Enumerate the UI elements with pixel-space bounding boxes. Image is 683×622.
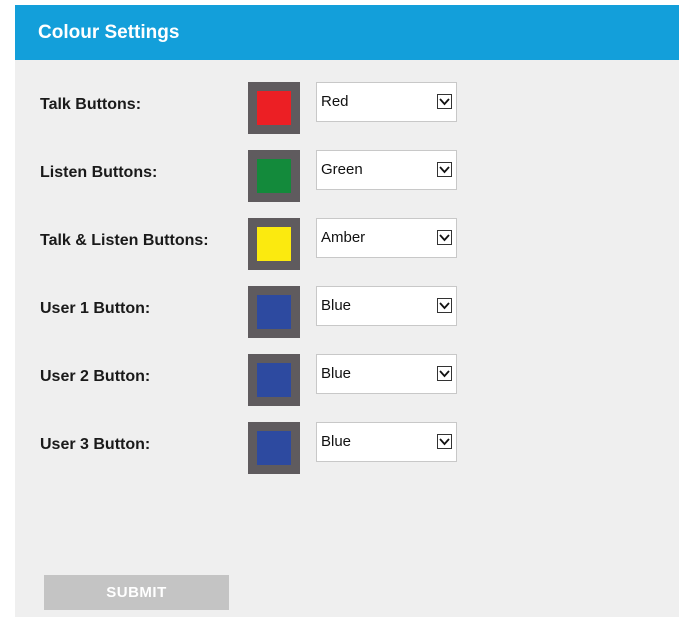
setting-label: Talk & Listen Buttons:: [40, 232, 209, 249]
select-value: Blue: [321, 365, 352, 382]
color-swatch-fill: [257, 295, 291, 329]
color-swatch: [248, 354, 300, 406]
select-value: Blue: [321, 297, 352, 314]
color-select[interactable]: Blue: [316, 354, 457, 394]
select-value: Amber: [321, 229, 366, 246]
color-swatch-fill: [257, 91, 291, 125]
panel-title: Colour Settings: [15, 5, 679, 60]
chevron-down-icon[interactable]: [437, 298, 452, 313]
color-select[interactable]: Red: [316, 82, 457, 122]
color-select[interactable]: Amber: [316, 218, 457, 258]
color-swatch: [248, 82, 300, 134]
setting-row-talk-buttons: Talk Buttons: Red: [15, 82, 679, 137]
setting-label: User 1 Button:: [40, 300, 151, 317]
color-swatch: [248, 150, 300, 202]
chevron-down-icon[interactable]: [437, 434, 452, 449]
color-select[interactable]: Blue: [316, 422, 457, 462]
color-swatch: [248, 422, 300, 474]
color-swatch-fill: [257, 363, 291, 397]
colour-settings-panel: Colour Settings Talk Buttons: Red Listen…: [15, 5, 679, 617]
select-value: Green: [321, 161, 363, 178]
color-swatch-fill: [257, 159, 291, 193]
setting-label: User 3 Button:: [40, 436, 151, 453]
setting-row-user-3-button: User 3 Button: Blue: [15, 422, 679, 477]
submit-button[interactable]: SUBMIT: [44, 575, 229, 610]
color-select[interactable]: Blue: [316, 286, 457, 326]
setting-row-user-1-button: User 1 Button: Blue: [15, 286, 679, 341]
setting-label: Listen Buttons:: [40, 164, 158, 181]
color-swatch: [248, 218, 300, 270]
chevron-down-icon[interactable]: [437, 94, 452, 109]
color-swatch-fill: [257, 431, 291, 465]
chevron-down-icon[interactable]: [437, 366, 452, 381]
setting-row-user-2-button: User 2 Button: Blue: [15, 354, 679, 409]
select-value: Red: [321, 93, 349, 110]
setting-label: Talk Buttons:: [40, 96, 142, 113]
chevron-down-icon[interactable]: [437, 162, 452, 177]
setting-row-listen-buttons: Listen Buttons: Green: [15, 150, 679, 205]
color-select[interactable]: Green: [316, 150, 457, 190]
color-swatch: [248, 286, 300, 338]
color-swatch-fill: [257, 227, 291, 261]
chevron-down-icon[interactable]: [437, 230, 452, 245]
setting-row-talk-listen-buttons: Talk & Listen Buttons: Amber: [15, 218, 679, 273]
select-value: Blue: [321, 433, 352, 450]
setting-label: User 2 Button:: [40, 368, 151, 385]
